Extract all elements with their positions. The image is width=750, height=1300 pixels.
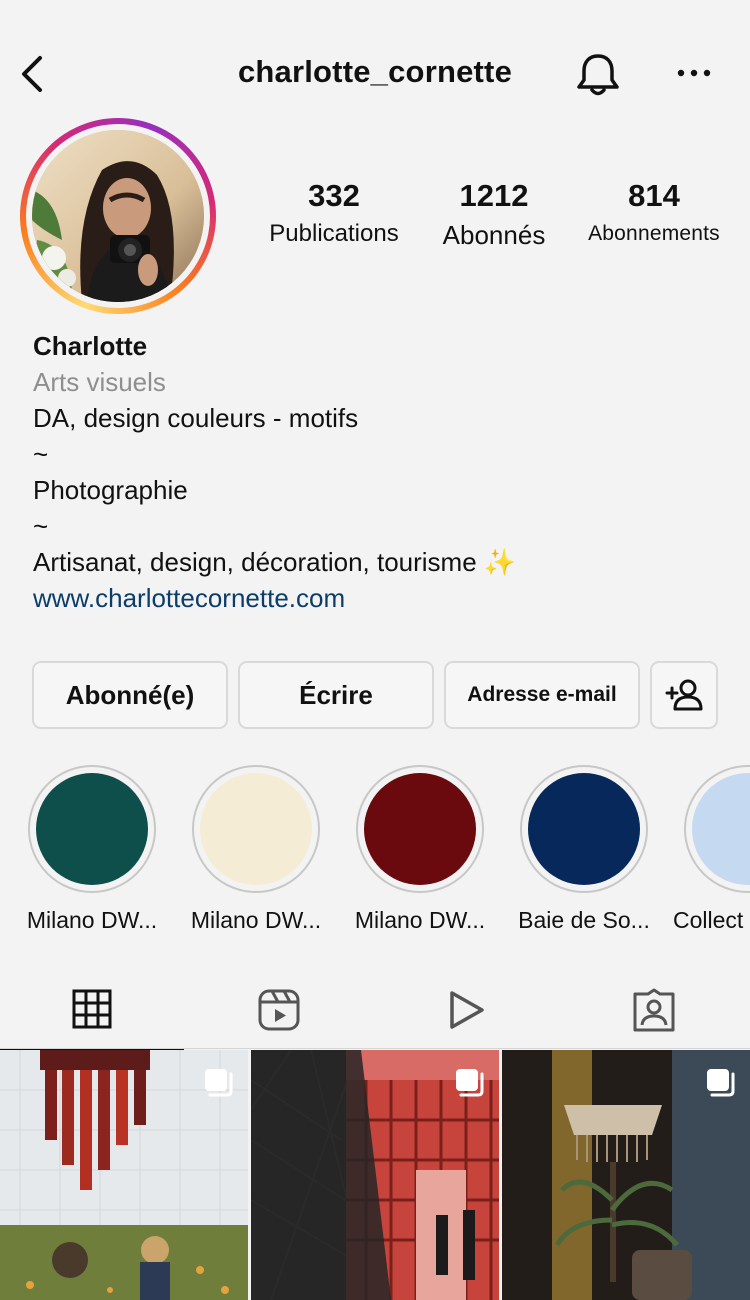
post-thumbnail[interactable] [251,1050,499,1300]
website-link[interactable]: www.charlottecornette.com [33,580,723,616]
bio-line: ~ [33,511,49,541]
bio-line: Artisanat, design, décoration, tourisme … [33,547,517,577]
highlight-cover [200,773,312,885]
highlight-cover [528,773,640,885]
profile-username: charlotte_cornette [237,54,513,89]
highlight-label: Milano DW... [190,907,322,933]
play-icon [450,991,484,1029]
post-thumbnail[interactable] [0,1050,248,1300]
tab-tagged[interactable] [562,970,746,1050]
more-horizontal-icon [677,69,711,77]
tabs-divider [0,1048,750,1049]
notifications-button[interactable] [574,50,622,100]
profile-tabs [0,970,750,1050]
message-button[interactable]: Écrire [238,661,434,729]
stat-publications[interactable]: 332 Publications [254,178,414,248]
multiple-posts-icon [456,1069,484,1097]
stat-value: 1212 [459,178,529,213]
highlight-item[interactable]: Milano DW... [181,765,331,934]
more-options-button[interactable] [670,56,718,90]
post-thumbnail[interactable] [502,1050,750,1300]
tab-videos[interactable] [374,970,558,1050]
bio-line: ~ [33,439,49,469]
tab-reels[interactable] [187,970,371,1050]
suggested-users-button[interactable] [650,661,718,729]
highlight-cover [692,773,750,885]
highlight-label: Baie de So... [518,907,650,933]
multiple-posts-icon [707,1069,735,1097]
following-button[interactable]: Abonné(e) [32,661,228,729]
add-user-icon [665,679,703,711]
avatar [32,130,204,302]
highlight-item[interactable]: Baie de So... [509,765,659,934]
posts-grid [0,1050,750,1300]
highlight-label: Milano DW... [26,907,158,933]
tab-posts[interactable] [0,970,184,1050]
highlight-label: Collect [673,907,744,933]
stat-label: Abonnés [442,220,546,250]
stat-label: Abonnements [588,222,720,245]
story-ring[interactable] [20,118,216,314]
stat-value: 332 [308,178,360,213]
stat-following[interactable]: 814 Abonnements [578,178,730,246]
bell-icon [577,54,619,96]
highlight-cover [36,773,148,885]
top-bar: charlotte_cornette [0,0,750,120]
highlight-item[interactable]: Collect [673,765,750,934]
stat-value: 814 [628,178,680,213]
grid-icon [72,989,112,1029]
highlight-item[interactable]: Milano DW... [345,765,495,934]
tagged-icon [633,988,675,1032]
reels-icon [258,989,300,1031]
avatar-photo [32,130,204,302]
bio-line: DA, design couleurs - motifs [33,403,359,433]
bio-line: Photographie [33,475,188,505]
highlight-item[interactable]: Milano DW... [17,765,167,934]
story-highlights: Milano DW... Milano DW... Milano DW... B… [0,765,750,935]
profile-category: Arts visuels [33,367,166,397]
display-name: Charlotte [33,331,148,361]
stat-followers[interactable]: 1212 Abonnés [424,178,564,251]
multiple-posts-icon [205,1069,233,1097]
stat-label: Publications [269,220,399,247]
email-button[interactable]: Adresse e-mail [444,661,640,729]
profile-bio: Charlotte Arts visuels DA, design couleu… [33,328,723,616]
highlight-cover [364,773,476,885]
highlight-label: Milano DW... [354,907,486,933]
